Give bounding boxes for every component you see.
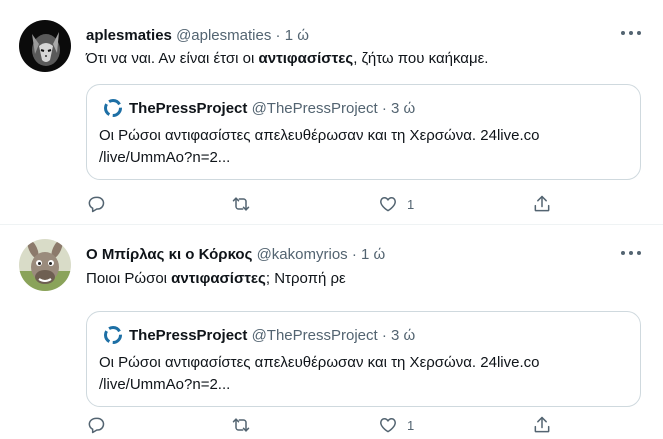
thepressproject-logo-icon (104, 326, 122, 344)
reply-icon (88, 417, 105, 434)
quote-header: ThePressProject @ThePressProject · 3 ώ (103, 98, 415, 118)
more-icon[interactable] (621, 247, 641, 259)
more-icon[interactable] (621, 27, 641, 39)
quote-author-handle[interactable]: @ThePressProject (252, 327, 378, 344)
quote-text: Οι Ρώσοι αντιφασίστες απελευθέρωσαν και … (99, 125, 629, 169)
author-handle[interactable]: @kakomyrios (257, 246, 348, 263)
heart-icon (380, 197, 396, 212)
separator: · (381, 326, 387, 344)
author-handle[interactable]: @aplesmaties (176, 27, 271, 44)
action-bar: 1 (86, 415, 556, 437)
avatar[interactable] (19, 20, 71, 72)
avatar[interactable] (19, 239, 71, 291)
share-button[interactable] (532, 415, 552, 435)
reply-button[interactable] (86, 415, 106, 435)
text-part: Ότι να ναι. Αν είναι έτσι οι (86, 50, 259, 67)
timestamp[interactable]: 1 ώ (285, 27, 309, 44)
separator: · (275, 27, 281, 44)
quote-line: Οι Ρώσοι αντιφασίστες απελευθέρωσαν και … (99, 127, 540, 144)
text-part: , ζήτω που καήκαμε. (353, 50, 489, 67)
like-button[interactable]: 1 (378, 194, 414, 214)
tweet-text: Ότι να ναι. Αν είναι έτσι οι αντιφασίστε… (86, 50, 488, 67)
separator: · (351, 246, 357, 263)
tweet-header: aplesmaties @aplesmaties · 1 ώ (86, 27, 309, 44)
like-count: 1 (407, 417, 415, 433)
quote-timestamp: 3 ώ (391, 326, 416, 344)
retweet-icon (232, 197, 250, 211)
reply-button[interactable] (86, 194, 106, 214)
retweet-button[interactable] (231, 415, 251, 435)
share-icon (534, 195, 550, 212)
heart-icon (380, 418, 396, 433)
quote-text: Οι Ρώσοι αντιφασίστες απελευθέρωσαν και … (99, 352, 629, 396)
quoted-tweet[interactable]: ThePressProject @ThePressProject · 3 ώ Ο… (86, 84, 641, 180)
share-icon (534, 416, 550, 433)
text-part: ; Ντροπή ρε (265, 270, 346, 287)
quoted-tweet[interactable]: ThePressProject @ThePressProject · 3 ώ Ο… (86, 311, 641, 407)
quote-author-name[interactable]: ThePressProject (129, 327, 247, 344)
tweet[interactable]: aplesmaties @aplesmaties · 1 ώ Ότι να να… (0, 0, 663, 225)
timestamp[interactable]: 1 ώ (361, 246, 385, 263)
text-highlight: αντιφασίστες (171, 270, 266, 287)
quote-line: Οι Ρώσοι αντιφασίστες απελευθέρωσαν και … (99, 354, 540, 371)
retweet-icon (232, 418, 250, 432)
reply-icon (88, 196, 105, 213)
tweet-text: Ποιοι Ρώσοι αντιφασίστες; Ντροπή ρε (86, 270, 346, 287)
quote-header: ThePressProject @ThePressProject · 3 ώ (103, 325, 415, 345)
share-button[interactable] (532, 194, 552, 214)
quote-line: /live/UmmAo?n=2... (99, 149, 231, 166)
text-highlight: αντιφασίστες (258, 50, 354, 67)
like-button[interactable]: 1 (378, 415, 414, 435)
author-name[interactable]: Ο Μπίρλας κι ο Κόρκος (86, 246, 252, 263)
quote-timestamp: 3 ώ (391, 99, 416, 117)
like-count: 1 (407, 196, 415, 212)
tweet[interactable]: Ο Μπίρλας κι ο Κόρκος @kakomyrios · 1 ώ … (0, 226, 663, 439)
retweet-button[interactable] (231, 194, 251, 214)
author-name[interactable]: aplesmaties (86, 27, 172, 44)
quote-line: /live/UmmAo?n=2... (99, 376, 231, 393)
quote-author-name[interactable]: ThePressProject (129, 100, 247, 117)
tweet-header: Ο Μπίρλας κι ο Κόρκος @kakomyrios · 1 ώ (86, 246, 385, 263)
thepressproject-logo-icon (104, 99, 122, 117)
text-part: Ποιοι Ρώσοι (86, 270, 172, 287)
quote-author-handle[interactable]: @ThePressProject (252, 100, 378, 117)
separator: · (381, 99, 387, 117)
action-bar: 1 (86, 194, 556, 216)
